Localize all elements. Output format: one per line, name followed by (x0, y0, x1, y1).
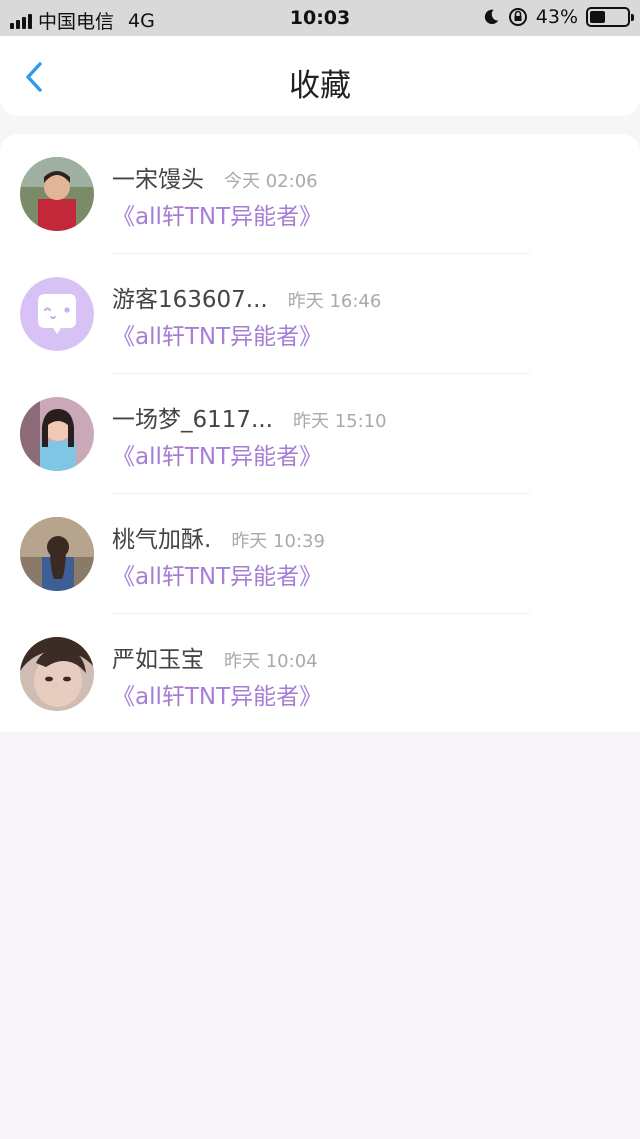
user-name[interactable]: 严如玉宝 (112, 640, 204, 674)
user-name[interactable]: 一宋馒头 (112, 160, 204, 194)
status-right: 43% (482, 6, 634, 28)
name-line: 游客163607... 昨天 16:46 (112, 280, 381, 314)
name-line: 一宋馒头 今天 02:06 (112, 160, 318, 194)
nav-bar: 收藏 (0, 36, 640, 116)
status-bar: 中国电信 4G 10:03 43% (0, 0, 640, 36)
timestamp: 昨天 15:10 (292, 411, 387, 432)
timestamp: 昨天 16:46 (287, 291, 382, 312)
avatar[interactable] (20, 637, 94, 711)
moon-icon (484, 9, 498, 25)
avatar[interactable] (20, 397, 94, 471)
rotation-lock-icon (508, 8, 527, 26)
battery-icon (586, 7, 634, 27)
favorites-list: 一宋馒头 今天 02:06 《all轩TNT异能者》 游客163607... 昨… (0, 134, 640, 732)
guest-chat-avatar-icon[interactable] (20, 277, 94, 351)
user-name[interactable]: 游客163607... (112, 280, 268, 314)
timestamp: 昨天 10:39 (231, 531, 325, 552)
name-line: 严如玉宝 昨天 10:04 (112, 640, 318, 674)
list-item[interactable]: 一宋馒头 今天 02:06 《all轩TNT异能者》 (0, 134, 640, 254)
list-item[interactable]: 严如玉宝 昨天 10:04 《all轩TNT异能者》 (0, 614, 640, 734)
book-title[interactable]: 《all轩TNT异能者》 (112, 317, 322, 351)
book-title[interactable]: 《all轩TNT异能者》 (112, 197, 322, 231)
book-title[interactable]: 《all轩TNT异能者》 (112, 677, 322, 711)
list-item[interactable]: 游客163607... 昨天 16:46 《all轩TNT异能者》 (0, 254, 640, 374)
book-title[interactable]: 《all轩TNT异能者》 (112, 557, 322, 591)
list-item[interactable]: 桃气加酥. 昨天 10:39 《all轩TNT异能者》 (0, 494, 640, 614)
name-line: 一场梦_6117... 昨天 15:10 (112, 400, 387, 434)
page-title: 收藏 (289, 68, 351, 104)
user-name[interactable]: 桃气加酥. (112, 520, 211, 554)
battery-fill (590, 11, 605, 23)
timestamp: 昨天 10:04 (224, 651, 318, 672)
user-name[interactable]: 一场梦_6117... (112, 400, 273, 434)
book-title[interactable]: 《all轩TNT异能者》 (112, 437, 322, 471)
avatar[interactable] (20, 157, 94, 231)
name-line: 桃气加酥. 昨天 10:39 (112, 520, 325, 554)
timestamp: 今天 02:06 (224, 171, 318, 192)
list-item[interactable]: 一场梦_6117... 昨天 15:10 《all轩TNT异能者》 (0, 374, 640, 494)
avatar[interactable] (20, 517, 94, 591)
battery-percent: 43% (535, 6, 578, 28)
